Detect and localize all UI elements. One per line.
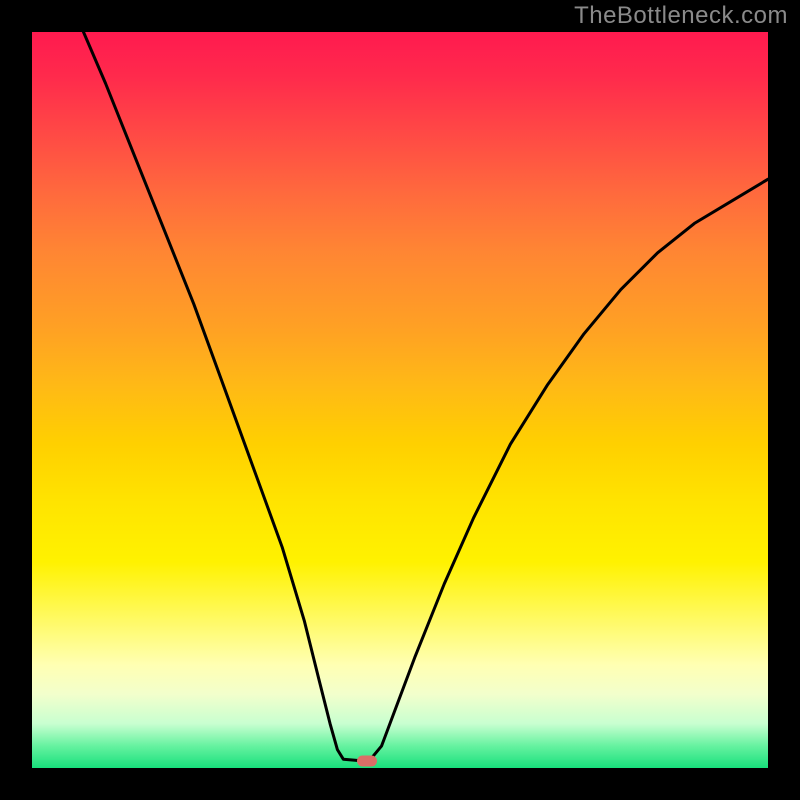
plot-area <box>32 32 768 768</box>
bottleneck-curve <box>32 32 768 768</box>
optimal-point-marker <box>357 755 377 766</box>
watermark-text: TheBottleneck.com <box>574 2 788 30</box>
